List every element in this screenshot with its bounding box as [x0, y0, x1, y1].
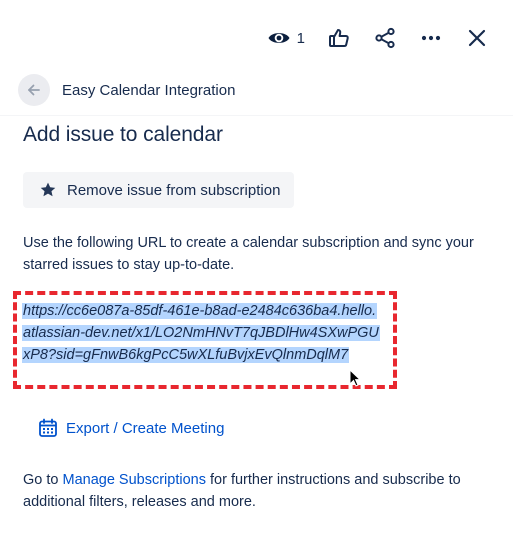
subscription-url-text: https://cc6e087a-85df-461e-b8ad-e2484c63…: [22, 303, 380, 363]
remove-button-label: Remove issue from subscription: [67, 181, 281, 199]
calendar-panel: 1 Easy Calendar Integration Add issue to…: [0, 0, 513, 539]
watch-button[interactable]: 1: [267, 26, 305, 50]
footer-prefix: Go to: [23, 472, 63, 488]
page-title: Add issue to calendar: [23, 123, 223, 146]
manage-subscriptions-link[interactable]: Manage Subscriptions: [63, 472, 206, 488]
share-icon[interactable]: [373, 26, 397, 50]
mouse-cursor-icon: [349, 369, 361, 387]
app-title: Easy Calendar Integration: [62, 81, 236, 99]
calendar-icon: [39, 418, 57, 437]
star-icon: [40, 182, 56, 197]
breadcrumb: Easy Calendar Integration: [18, 74, 235, 106]
remove-from-subscription-button[interactable]: Remove issue from subscription: [23, 172, 295, 208]
close-icon[interactable]: [465, 26, 489, 50]
divider: [0, 115, 513, 116]
export-label: Export / Create Meeting: [66, 419, 225, 437]
thumbs-up-icon[interactable]: [327, 26, 351, 50]
watch-count: 1: [296, 29, 305, 47]
arrow-left-icon: [28, 84, 40, 96]
issue-actions-bar: 1: [267, 24, 489, 52]
footer-text: Go to Manage Subscriptions for further i…: [23, 469, 509, 513]
export-create-meeting-link[interactable]: Export / Create Meeting: [38, 418, 224, 438]
back-button[interactable]: [18, 74, 50, 106]
more-icon[interactable]: [419, 26, 443, 50]
subscription-url[interactable]: https://cc6e087a-85df-461e-b8ad-e2484c63…: [22, 300, 382, 366]
instructions-text: Use the following URL to create a calend…: [23, 235, 474, 273]
eye-icon: [267, 26, 291, 50]
